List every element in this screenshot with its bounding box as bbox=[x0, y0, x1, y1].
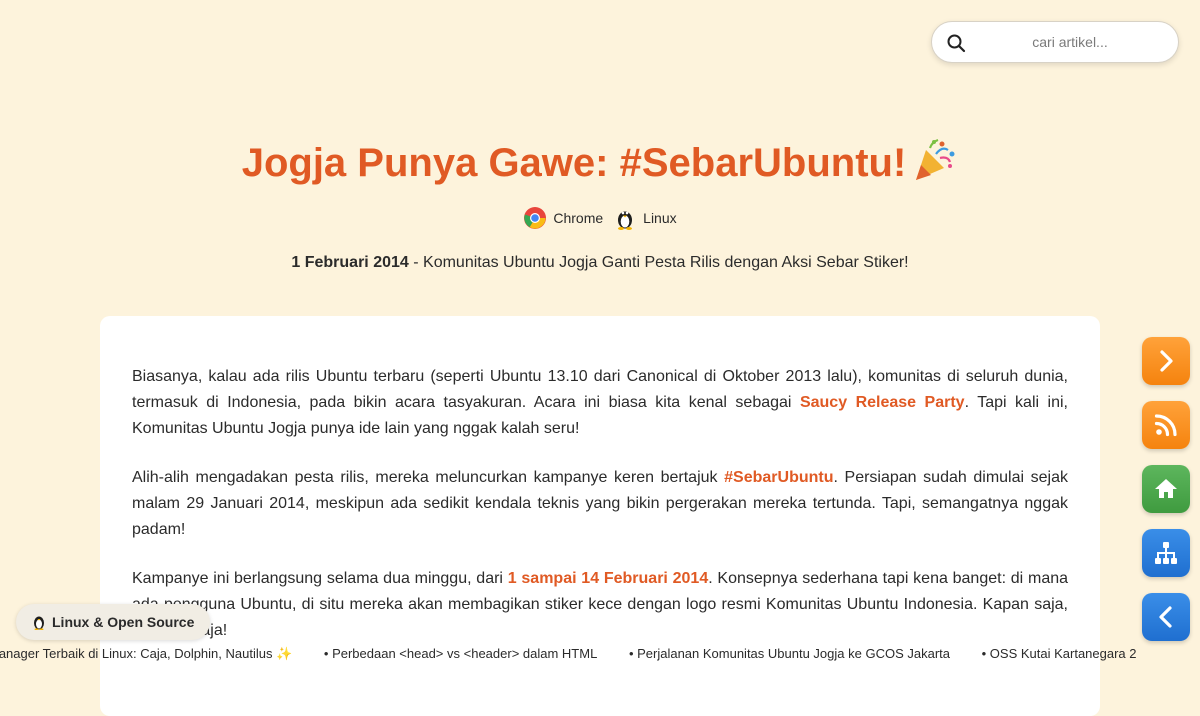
rss-button[interactable] bbox=[1142, 401, 1190, 449]
chevron-right-icon bbox=[1160, 350, 1173, 372]
saucy-release-party-link[interactable]: Saucy Release Party bbox=[800, 394, 965, 411]
tag-chrome[interactable]: Chrome bbox=[523, 206, 603, 230]
paragraph-text: Alih-alih mengadakan pesta rilis, mereka… bbox=[132, 469, 725, 486]
tag-linux[interactable]: Linux bbox=[613, 206, 677, 230]
paragraph: Kampanye ini berlangsung selama dua ming… bbox=[132, 566, 1068, 644]
sitemap-icon bbox=[1155, 542, 1177, 564]
chrome-icon bbox=[524, 207, 547, 229]
tag-label: Linux bbox=[643, 210, 677, 226]
article-meta: 1 Februari 2014 - Komunitas Ubuntu Jogja… bbox=[0, 254, 1200, 272]
article-date: 1 Februari 2014 bbox=[291, 254, 409, 271]
tux-icon bbox=[618, 211, 633, 230]
news-ticker: Manager Terbaik di Linux: Caja, Dolphin,… bbox=[0, 646, 1165, 662]
prev-button[interactable] bbox=[1142, 593, 1190, 641]
category-badge[interactable]: Linux & Open Source bbox=[16, 604, 211, 640]
page-title: Jogja Punya Gawe: #SebarUbuntu! bbox=[0, 136, 1200, 186]
paragraph: Biasanya, kalau ada rilis Ubuntu terbaru… bbox=[132, 364, 1068, 442]
sebarubuntu-link[interactable]: #SebarUbuntu bbox=[724, 469, 833, 486]
sitemap-button[interactable] bbox=[1142, 529, 1190, 577]
title-text: Jogja Punya Gawe: #SebarUbuntu! bbox=[241, 141, 907, 185]
article-summary: - Komunitas Ubuntu Jogja Ganti Pesta Ril… bbox=[408, 254, 909, 271]
home-button[interactable] bbox=[1142, 465, 1190, 513]
next-button[interactable] bbox=[1142, 337, 1190, 385]
ticker-item[interactable]: • Perbedaan <head> vs <header> dalam HTM… bbox=[324, 646, 597, 661]
paragraph: Alih-alih mengadakan pesta rilis, mereka… bbox=[132, 465, 1068, 543]
paragraph-text: Kampanye ini berlangsung selama dua ming… bbox=[132, 570, 508, 587]
category-label: Linux & Open Source bbox=[52, 614, 195, 630]
tag-label: Chrome bbox=[553, 210, 604, 226]
search-box[interactable] bbox=[931, 21, 1179, 63]
chevron-left-icon bbox=[1159, 606, 1172, 628]
home-icon bbox=[1155, 479, 1177, 498]
search-input[interactable] bbox=[932, 22, 1178, 62]
ticker-item[interactable]: • OSS Kutai Kartanegara 2 bbox=[982, 646, 1137, 661]
party-popper-icon bbox=[916, 138, 955, 180]
tag-list: Chrome Linux bbox=[0, 206, 1200, 230]
ticker-item[interactable]: Manager Terbaik di Linux: Caja, Dolphin,… bbox=[0, 646, 292, 661]
penguin-icon bbox=[34, 616, 44, 630]
date-range-link[interactable]: 1 sampai 14 Februari 2014 bbox=[508, 570, 708, 587]
ticker-item[interactable]: • Perjalanan Komunitas Ubuntu Jogja ke G… bbox=[629, 646, 950, 661]
rss-icon bbox=[1154, 414, 1177, 437]
search-icon bbox=[947, 34, 966, 53]
